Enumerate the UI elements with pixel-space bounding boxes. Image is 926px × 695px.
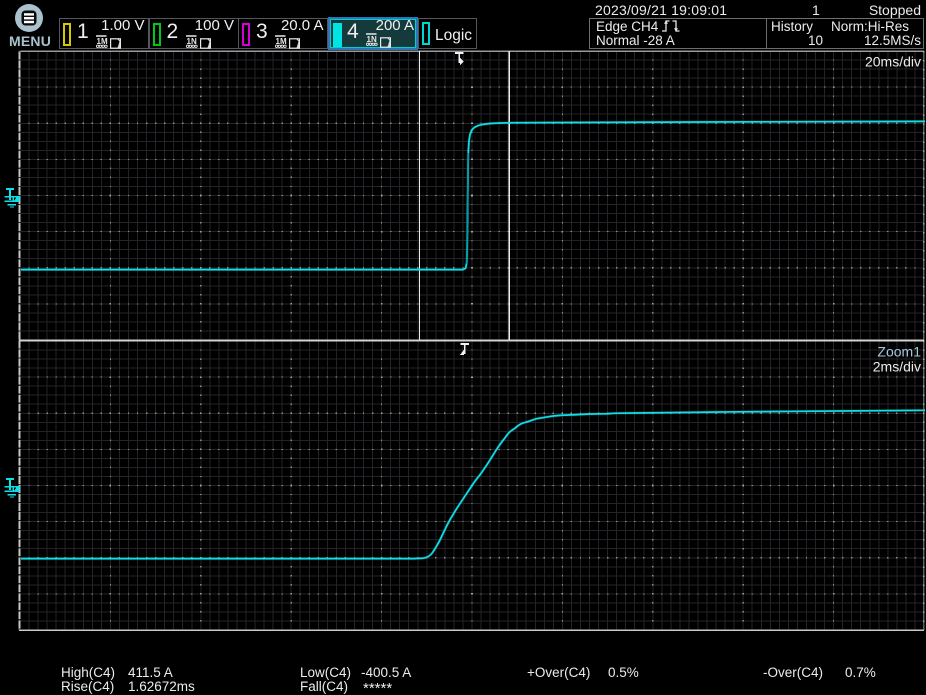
svg-text:Zoom1: Zoom1: [877, 344, 921, 360]
svg-text:1M: 1M: [276, 37, 287, 46]
svg-text:1N: 1N: [186, 37, 196, 46]
svg-text:1M: 1M: [97, 37, 108, 46]
svg-text:2ms/div: 2ms/div: [873, 359, 921, 375]
svg-text:20ms/div: 20ms/div: [865, 54, 921, 70]
svg-text:1N: 1N: [367, 35, 377, 44]
